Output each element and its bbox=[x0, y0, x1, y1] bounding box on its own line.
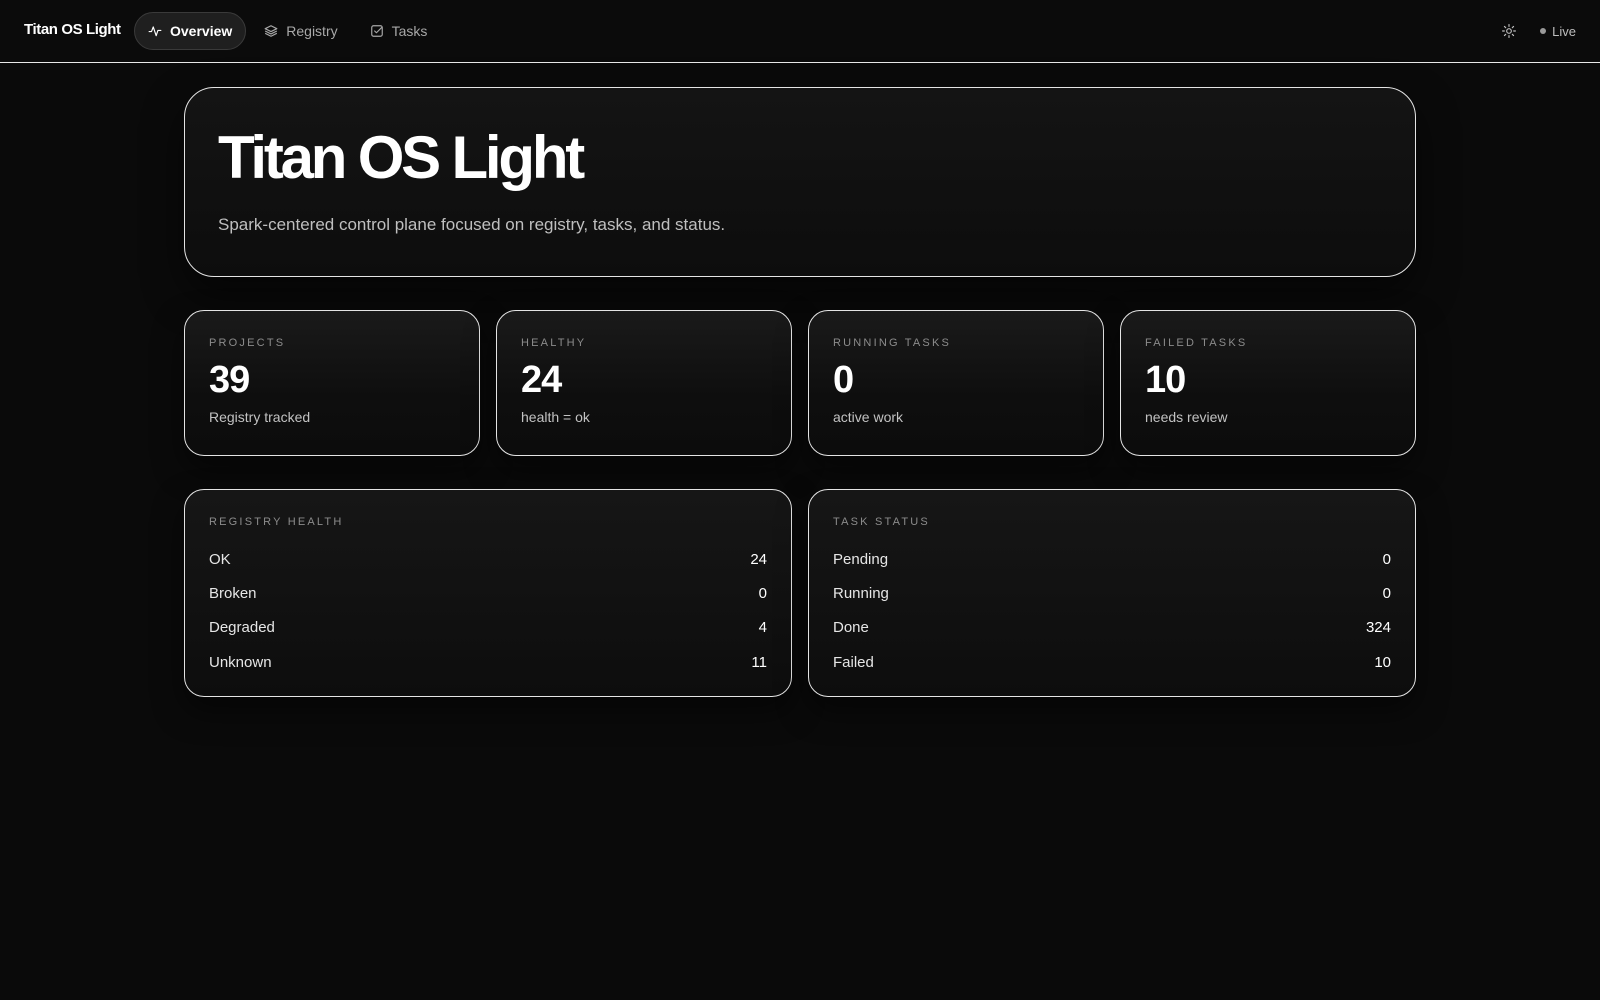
page-subtitle: Spark-centered control plane focused on … bbox=[218, 215, 726, 234]
sun-icon bbox=[1502, 24, 1517, 38]
list-item: Broken 0 bbox=[209, 576, 767, 610]
nav-item-overview[interactable]: Overview bbox=[134, 12, 247, 50]
brand-logo-text[interactable]: Titan OS Light bbox=[24, 21, 121, 38]
row-value: 324 bbox=[1365, 619, 1391, 637]
stat-caption: Registry tracked bbox=[209, 409, 311, 425]
stat-value: 10 bbox=[1145, 359, 1186, 401]
nav-item-label: Tasks bbox=[391, 23, 428, 39]
list-item: OK 24 bbox=[209, 542, 767, 576]
list-item: Failed 10 bbox=[833, 645, 1391, 679]
row-label: Done bbox=[833, 619, 869, 637]
nav-item-tasks[interactable]: Tasks bbox=[356, 12, 442, 50]
top-right-controls: Live bbox=[1500, 22, 1576, 40]
overview-main: Titan OS Light Spark-centered control pl… bbox=[184, 87, 1416, 697]
stat-label: FAILED TASKS bbox=[1145, 337, 1248, 349]
list-item: Pending 0 bbox=[833, 542, 1391, 576]
panels-row: REGISTRY HEALTH OK 24 Broken 0 Degraded … bbox=[184, 489, 1416, 697]
stat-card-failed-tasks: FAILED TASKS 10 needs review bbox=[1120, 310, 1416, 456]
registry-health-list: OK 24 Broken 0 Degraded 4 Unknown 11 bbox=[209, 542, 767, 679]
registry-health-panel: REGISTRY HEALTH OK 24 Broken 0 Degraded … bbox=[184, 489, 792, 697]
live-status-indicator: Live bbox=[1540, 24, 1576, 39]
stat-card-running-tasks: RUNNING TASKS 0 active work bbox=[808, 310, 1104, 456]
row-value: 0 bbox=[1382, 550, 1391, 568]
stat-label: HEALTHY bbox=[521, 337, 587, 349]
stat-value: 39 bbox=[209, 359, 250, 401]
row-label: Unknown bbox=[209, 653, 272, 671]
stat-card-projects: PROJECTS 39 Registry tracked bbox=[184, 310, 480, 456]
list-item: Running 0 bbox=[833, 576, 1391, 610]
row-value: 0 bbox=[758, 584, 767, 602]
nav-item-label: Overview bbox=[170, 23, 233, 39]
stat-caption: needs review bbox=[1145, 409, 1228, 425]
top-nav-bar: Titan OS Light Overview Registry Tasks L… bbox=[0, 0, 1600, 63]
nav-item-registry[interactable]: Registry bbox=[250, 12, 351, 50]
theme-toggle-button[interactable] bbox=[1500, 22, 1518, 40]
row-label: Running bbox=[833, 584, 889, 602]
task-status-panel: TASK STATUS Pending 0 Running 0 Done 324… bbox=[808, 489, 1416, 697]
row-label: Degraded bbox=[209, 619, 275, 637]
row-label: Broken bbox=[209, 584, 257, 602]
stat-card-healthy: HEALTHY 24 health = ok bbox=[496, 310, 792, 456]
row-label: Failed bbox=[833, 653, 874, 671]
list-item: Done 324 bbox=[833, 611, 1391, 645]
row-value: 10 bbox=[1374, 653, 1391, 671]
live-label: Live bbox=[1552, 23, 1576, 39]
stat-value: 24 bbox=[521, 359, 562, 401]
stat-caption: active work bbox=[833, 409, 904, 425]
row-label: Pending bbox=[833, 550, 889, 568]
stat-label: PROJECTS bbox=[209, 337, 286, 349]
checkbox-icon bbox=[370, 25, 383, 37]
live-dot-icon bbox=[1540, 28, 1547, 34]
row-value: 11 bbox=[751, 653, 767, 671]
row-label: OK bbox=[209, 550, 231, 568]
stat-caption: health = ok bbox=[521, 409, 590, 425]
list-item: Unknown 11 bbox=[209, 645, 767, 679]
task-status-list: Pending 0 Running 0 Done 324 Failed 10 bbox=[833, 542, 1391, 679]
stats-row: PROJECTS 39 Registry tracked HEALTHY 24 … bbox=[184, 310, 1416, 456]
activity-icon bbox=[148, 26, 162, 37]
row-value: 0 bbox=[1382, 584, 1391, 602]
stat-label: RUNNING TASKS bbox=[833, 337, 952, 349]
stat-value: 0 bbox=[833, 359, 854, 401]
nav-item-label: Registry bbox=[286, 23, 338, 39]
main-nav: Overview Registry Tasks bbox=[134, 12, 445, 50]
layers-icon bbox=[264, 25, 278, 37]
row-value: 24 bbox=[750, 550, 767, 568]
panel-title: TASK STATUS bbox=[833, 516, 930, 528]
list-item: Degraded 4 bbox=[209, 611, 767, 645]
row-value: 4 bbox=[758, 619, 767, 637]
panel-title: REGISTRY HEALTH bbox=[209, 516, 344, 528]
page-title: Titan OS Light bbox=[218, 124, 585, 191]
hero-card: Titan OS Light Spark-centered control pl… bbox=[184, 87, 1416, 277]
